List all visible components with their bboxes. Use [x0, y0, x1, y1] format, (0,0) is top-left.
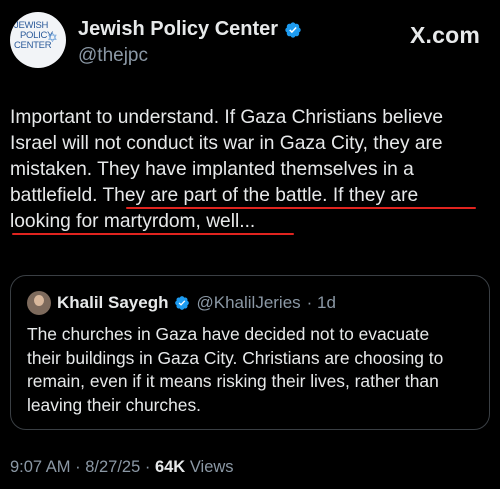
- quoted-time-ago: · 1d: [306, 293, 336, 312]
- underlined-phrase: They are part of the battle. If they are: [102, 185, 419, 206]
- quoted-author-avatar[interactable]: [27, 291, 51, 315]
- author-avatar[interactable]: JEWISH POLICY CENTER ✡: [10, 12, 66, 68]
- quoted-tweet-header: Khalil Sayegh @KhalilJeries · 1d: [27, 291, 336, 315]
- tweet-time[interactable]: 9:07 AM: [10, 458, 71, 476]
- site-label: X.com: [409, 22, 480, 48]
- author-handle[interactable]: @thejpc: [78, 45, 302, 67]
- tweet-line: Israel will not conduct its war in Gaza …: [10, 133, 443, 154]
- quoted-author-name[interactable]: Khalil Sayegh: [57, 293, 168, 313]
- annotation-underline-1: [126, 207, 476, 209]
- quoted-line: their buildings in Gaza City. Christians…: [27, 347, 444, 368]
- quoted-line: remain, even if it means risking their l…: [27, 371, 439, 391]
- tweet-line-4: battlefield. They are part of the battle…: [10, 183, 492, 209]
- verified-badge-icon: [175, 296, 190, 310]
- tweet-line: Important to understand. If Gaza Christi…: [10, 107, 444, 128]
- views-count: 64K: [154, 458, 186, 476]
- author-names: Jewish Policy Center @thejpc: [78, 18, 302, 67]
- views-label: Views: [189, 458, 234, 476]
- tweet-line-4-start: battlefield.: [10, 185, 103, 206]
- annotation-underline-2: [12, 233, 294, 235]
- quoted-line: The churches in Gaza have decided not to…: [27, 324, 430, 344]
- tweet-meta: 9:07 AM · 8/27/25 · 64K Views: [10, 458, 234, 477]
- tweet-header: JEWISH POLICY CENTER ✡ Jewish Policy Cen…: [10, 12, 490, 72]
- underlined-phrase-end: looking for martyrdom, well...: [10, 211, 256, 232]
- author-display-name[interactable]: Jewish Policy Center: [78, 18, 302, 41]
- tweet-line-5: looking for martyrdom, well...: [10, 209, 492, 235]
- quoted-author-handle[interactable]: @KhalilJeries: [196, 293, 300, 313]
- tweet-body: Important to understand. If Gaza Christi…: [10, 105, 492, 235]
- quoted-tweet[interactable]: Khalil Sayegh @KhalilJeries · 1d The chu…: [10, 275, 490, 430]
- star-of-david-icon: ✡: [47, 30, 58, 45]
- quoted-line: leaving their churches.: [27, 394, 201, 415]
- quoted-tweet-body: The churches in Gaza have decided not to…: [27, 323, 482, 417]
- tweet-date[interactable]: · 8/27/25 ·: [75, 458, 150, 476]
- tweet-line: mistaken. They have implanted themselves…: [10, 159, 414, 180]
- verified-badge-icon: [285, 21, 301, 38]
